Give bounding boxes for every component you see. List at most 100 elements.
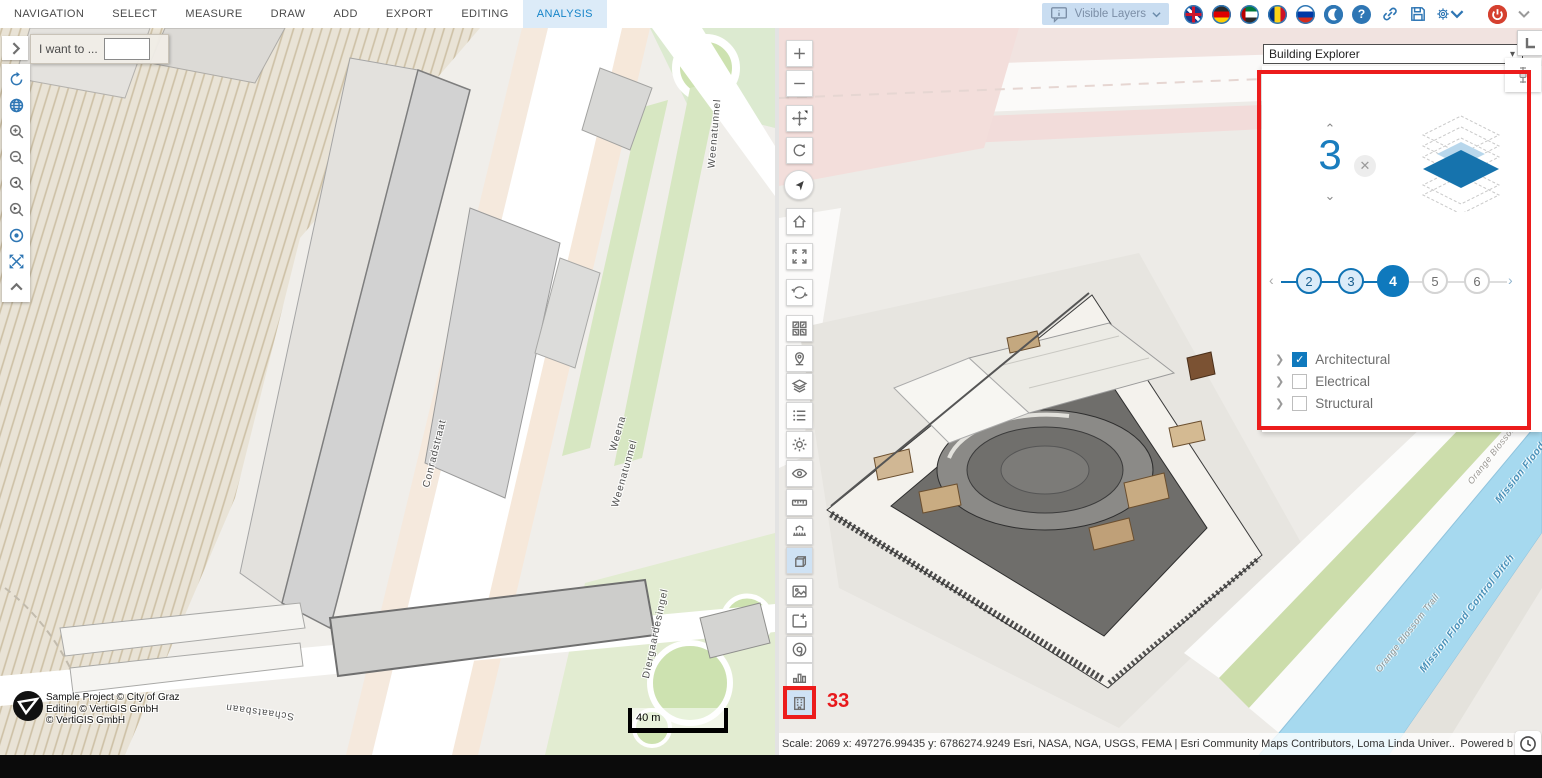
globe-icon[interactable] [4,93,28,117]
home-button[interactable] [786,208,813,235]
reset-rotation-icon[interactable] [4,67,28,91]
level-down-button[interactable]: ⌄ [1317,188,1343,204]
layout-toggle-button[interactable] [1517,30,1542,56]
russian-flag-icon[interactable] [1296,5,1315,24]
vertical-slider-tool-button[interactable] [1505,58,1541,92]
zoom-out-button[interactable] [786,70,813,97]
crescent-icon[interactable] [1324,5,1343,24]
time-slider-button[interactable] [1515,731,1541,755]
visible-layers-label: Visible Layers [1075,8,1146,20]
i-want-to-input[interactable] [104,38,150,60]
full-extent-icon[interactable] [4,249,28,273]
phase-next-arrow[interactable]: › [1508,272,1513,288]
attribution-line-3: © VertiGIS GmbH [46,715,180,727]
discipline-row-electrical: ❯ Electrical [1275,372,1370,390]
visibility-button[interactable] [786,460,813,487]
slice-button[interactable] [786,547,813,574]
map-navigation-toolbar [2,64,30,302]
phase-step-3[interactable]: 3 [1338,268,1364,294]
phase-step-6[interactable]: 6 [1464,268,1490,294]
compass-button[interactable] [784,170,814,200]
menu-select[interactable]: SELECT [98,0,171,28]
screenshot-button[interactable] [786,578,813,605]
discipline-row-structural: ❯ Structural [1275,394,1373,412]
zoom-in-icon[interactable] [4,119,28,143]
phase-prev-arrow[interactable]: ‹ [1269,272,1274,288]
zoom-in-button[interactable] [786,40,813,67]
scene-3d-pane[interactable]: Orange Blossom Trail Orange Blossom Trai… [779,28,1542,755]
construction-phase-stepper: ‹ 2 3 4 5 6 › [1269,264,1519,300]
map-attribution: Sample Project © City of Graz Editing © … [46,692,180,727]
chevron-down-icon[interactable] [1516,6,1532,22]
chevron-right-icon[interactable]: ❯ [1275,375,1284,388]
level-value: 3 [1305,131,1355,179]
visible-layers-dropdown[interactable]: Visible Layers [1042,3,1169,25]
scene-settings-button[interactable] [786,636,813,663]
discipline-row-architectural: ❯ ✓ Architectural [1275,350,1390,368]
save-icon[interactable] [1408,5,1427,24]
i-want-to-widget: I want to ... [30,34,169,64]
menu-add[interactable]: ADD [319,0,371,28]
scale-bar: 40 m [628,708,728,733]
next-extent-icon[interactable] [4,197,28,221]
measure-building-button[interactable] [786,518,813,545]
menu-navigation[interactable]: NAVIGATION [0,0,98,28]
chevron-right-icon[interactable]: ❯ [1275,353,1284,366]
bottom-bar [0,755,1542,778]
power-icon[interactable] [1488,5,1507,24]
annotation-badge: 33 [827,690,849,713]
status-powered-by: Powered b [1460,738,1513,750]
rotate-button[interactable] [786,137,813,164]
topbar-right-controls: Visible Layers ? [1042,0,1532,28]
menu-export[interactable]: EXPORT [372,0,447,28]
status-bar: Scale: 2069 x: 497276.99435 y: 6786274.9… [779,733,1516,755]
phase-step-2[interactable]: 2 [1296,268,1322,294]
full-extent-button[interactable] [786,243,813,270]
expand-panel-button[interactable] [2,36,28,60]
sync-views-button[interactable] [786,279,813,306]
structural-checkbox[interactable] [1292,396,1307,411]
zoom-out-icon[interactable] [4,145,28,169]
menu-editing[interactable]: EDITING [447,0,522,28]
map-2d-pane[interactable]: Conradstraat Weena Weenatunnel Weenatunn… [0,28,775,755]
previous-extent-icon[interactable] [4,171,28,195]
chevron-up-icon[interactable] [4,275,28,299]
english-flag-icon[interactable] [1184,5,1203,24]
help-icon[interactable]: ? [1352,5,1371,24]
chart-button[interactable] [786,663,813,690]
app-window: NAVIGATION SELECT MEASURE DRAW ADD EXPOR… [0,0,1542,778]
panel-selector-dropdown[interactable]: Building Explorer ▾ [1263,44,1523,64]
level-layers-icon [1415,114,1507,212]
uae-flag-icon[interactable] [1240,5,1259,24]
add-frame-button[interactable] [786,607,813,634]
locate-button[interactable] [786,345,813,372]
i-want-to-label: I want to ... [39,42,98,56]
measure-button[interactable] [786,489,813,516]
level-clear-button[interactable]: ✕ [1354,155,1376,177]
discipline-label: Electrical [1315,374,1370,389]
layers-button[interactable] [786,373,813,400]
discipline-label: Structural [1315,396,1373,411]
electrical-checkbox[interactable] [1292,374,1307,389]
viewports-button[interactable] [786,315,813,342]
chevron-right-icon[interactable]: ❯ [1275,397,1284,410]
daylight-button[interactable] [786,431,813,458]
scale-bar-label: 40 m [636,712,660,724]
pan-button[interactable] [786,105,813,132]
menu-measure[interactable]: MEASURE [171,0,256,28]
romanian-flag-icon[interactable] [1268,5,1287,24]
center-map-icon[interactable] [4,223,28,247]
link-icon[interactable] [1380,5,1399,24]
caret-down-icon [1152,10,1161,19]
legend-button[interactable] [786,402,813,429]
vertigis-logo [12,690,44,722]
phase-step-5[interactable]: 5 [1422,268,1448,294]
menu-draw[interactable]: DRAW [257,0,320,28]
german-flag-icon[interactable] [1212,5,1231,24]
menu-analysis[interactable]: ANALYSIS [523,0,607,28]
architectural-checkbox[interactable]: ✓ [1292,352,1307,367]
phase-step-4[interactable]: 4 [1377,265,1409,297]
settings-gear-icon[interactable] [1436,5,1464,24]
attribution-line-2: Editing © VertiGIS GmbH [46,704,180,716]
building-explorer-button[interactable] [786,690,813,717]
